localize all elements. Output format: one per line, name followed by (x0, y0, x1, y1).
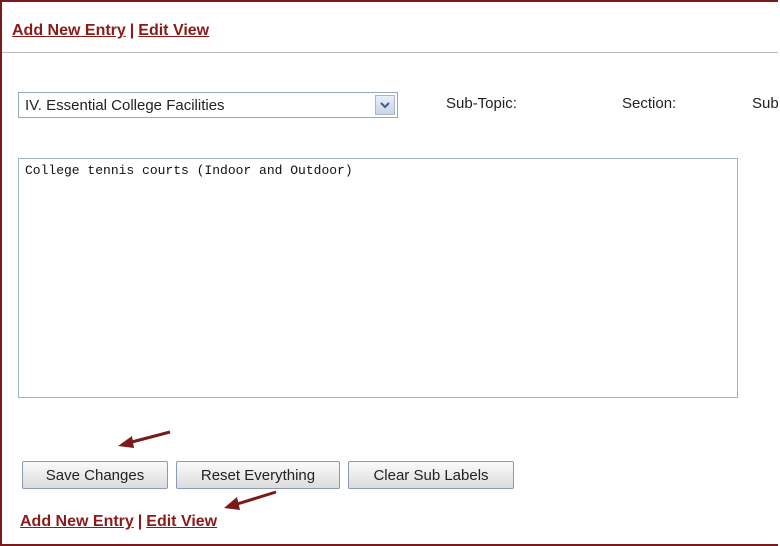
arrow-annotation-icon (224, 490, 277, 510)
edit-view-link-bottom[interactable]: Edit View (146, 513, 217, 530)
clear-sub-labels-button[interactable]: Clear Sub Labels (348, 461, 514, 489)
entry-textarea[interactable]: College tennis courts (Indoor and Outdoo… (18, 158, 738, 398)
add-new-entry-link-top[interactable]: Add New Entry (12, 22, 126, 39)
topic-select[interactable]: IV. Essential College Facilities (18, 92, 398, 118)
sub-topic-label: Sub-Topic: (446, 95, 517, 112)
nav-separator: | (137, 513, 143, 530)
bottom-nav-links: Add New Entry | Edit View (20, 513, 217, 531)
save-changes-button[interactable]: Save Changes (22, 461, 168, 489)
nav-separator: | (129, 22, 135, 39)
page-frame: Add New Entry | Edit View IV. Essential Co… (0, 0, 778, 546)
chevron-down-icon[interactable] (375, 95, 395, 115)
reset-everything-button[interactable]: Reset Everything (176, 461, 340, 489)
divider-line (2, 52, 778, 53)
add-new-entry-link-bottom[interactable]: Add New Entry (20, 513, 134, 530)
edit-view-link-top[interactable]: Edit View (138, 22, 209, 39)
topic-select-value: IV. Essential College Facilities (25, 97, 225, 114)
sub-label-cut: Sub (752, 95, 778, 112)
arrow-annotation-icon (118, 430, 171, 448)
top-nav-links: Add New Entry | Edit View (12, 22, 209, 40)
section-label: Section: (622, 95, 677, 112)
